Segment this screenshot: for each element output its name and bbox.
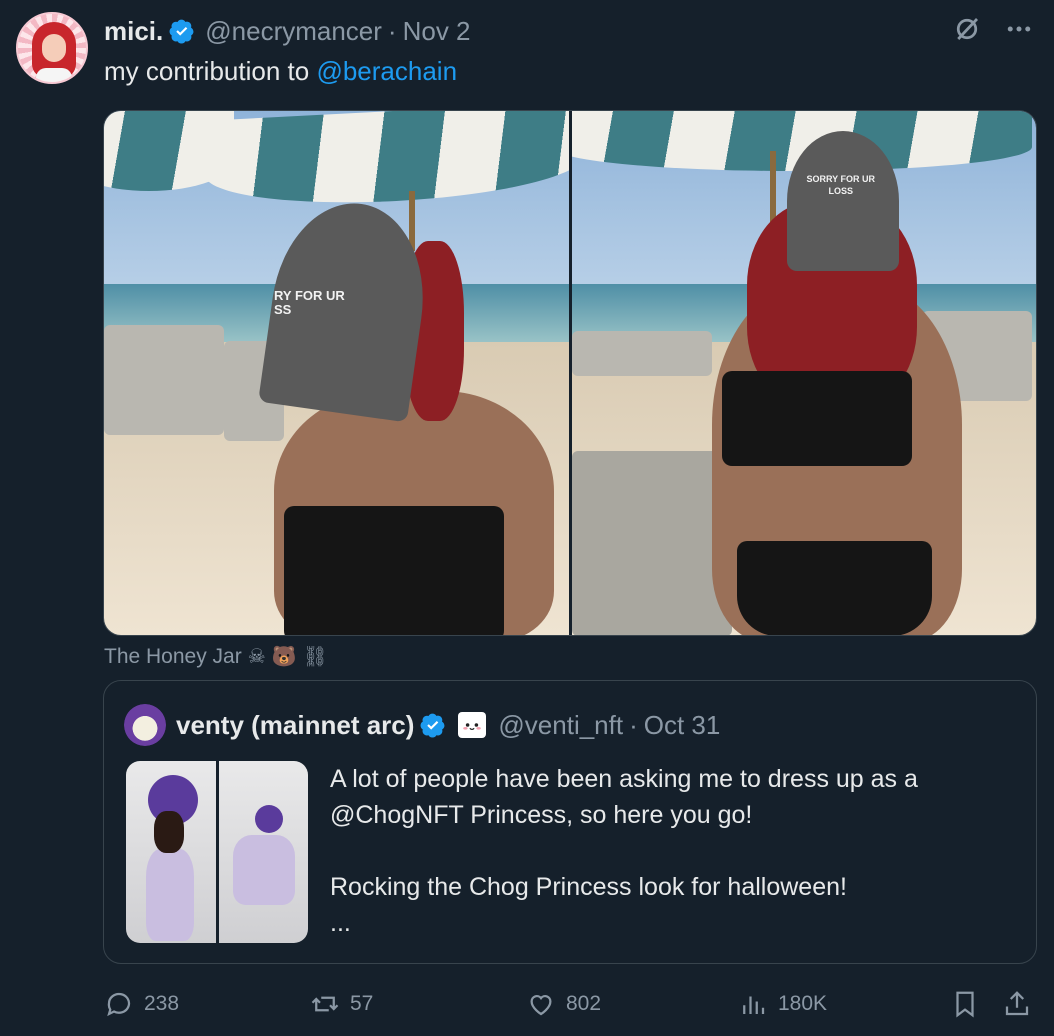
quote-display-name: venty (mainnet arc) (176, 709, 415, 740)
quote-text-line (330, 833, 1010, 869)
like-icon (530, 995, 552, 1016)
quote-handle: @venti_nft (498, 709, 624, 740)
reply-icon (107, 992, 131, 1017)
like-button[interactable]: 802 (526, 984, 601, 1024)
media-grid: RY FOR UR SS SORRY FOR UR LOSS (103, 110, 1037, 636)
more-icon[interactable] (1004, 14, 1034, 44)
photo-left[interactable]: RY FOR UR SS (104, 111, 569, 635)
bear-icon: 🐻 (271, 646, 297, 668)
repost-count: 57 (350, 992, 374, 1015)
tweet-header: mici. @necrymancer · Nov 2 (104, 14, 471, 48)
quote-text-line: @ChogNFT Princess, so here you go! (330, 801, 753, 829)
quote-thumb-right (218, 761, 308, 943)
photo-right[interactable]: SORRY FOR UR LOSS (571, 111, 1036, 635)
share-button[interactable] (1002, 984, 1032, 1024)
post-date[interactable]: Nov 2 (403, 16, 471, 47)
quote-text-line: ... (330, 909, 351, 937)
quote-text-line: A lot of people have been asking me to d… (330, 765, 918, 793)
quote-tweet[interactable]: venty (mainnet arc) @venti_nft · Oct 31 (103, 680, 1037, 964)
tweet-text-prefix: my contribution to (104, 56, 317, 86)
handle[interactable]: @necrymancer (205, 16, 382, 47)
separator: · (629, 709, 638, 740)
bookmark-button[interactable] (950, 984, 980, 1024)
tweet: mici. @necrymancer · Nov 2 my contributi… (0, 0, 1054, 1036)
chain-icon: ⛓ (302, 646, 328, 668)
views-icon (743, 996, 765, 1014)
verified-icon (169, 19, 194, 44)
repost-button[interactable]: 57 (310, 984, 373, 1024)
view-count: 180K (778, 992, 828, 1015)
reply-button[interactable]: 238 (104, 984, 179, 1024)
avatar[interactable] (16, 12, 88, 84)
quote-date: Oct 31 (643, 709, 721, 740)
caption-text: The Honey Jar (104, 644, 242, 668)
views-button[interactable]: 180K (738, 984, 827, 1024)
bookmark-icon (956, 991, 974, 1018)
mention-link[interactable]: @berachain (316, 56, 457, 86)
like-count: 802 (566, 992, 602, 1015)
quote-avatar (124, 704, 166, 746)
display-name[interactable]: mici. (104, 16, 163, 47)
image-caption: The Honey Jar ☠ 🐻 ⛓ (104, 644, 328, 669)
quote-header: venty (mainnet arc) @venti_nft · Oct 31 (124, 704, 721, 746)
skull-crossbones-icon: ☠ (247, 646, 266, 668)
tweet-text: my contribution to @berachain (104, 54, 457, 88)
share-icon (1005, 991, 1029, 1016)
quote-media (126, 761, 308, 943)
top-actions (952, 14, 1034, 44)
action-bar: 238 57 802 180K (104, 984, 1034, 1024)
quote-text: A lot of people have been asking me to d… (330, 761, 1010, 941)
separator: · (387, 15, 397, 46)
repost-icon (311, 996, 339, 1012)
grok-slash-icon[interactable] (952, 14, 982, 44)
affiliate-badge-icon (458, 712, 487, 738)
photo-left-cap-text: RY FOR UR SS (274, 288, 345, 317)
quote-text-line: Rocking the Chog Princess look for hallo… (330, 873, 847, 901)
verified-icon (420, 713, 445, 738)
quote-thumb-left (126, 761, 216, 943)
photo-right-cap-text: SORRY FOR UR LOSS (806, 174, 876, 196)
reply-count: 238 (144, 992, 180, 1015)
